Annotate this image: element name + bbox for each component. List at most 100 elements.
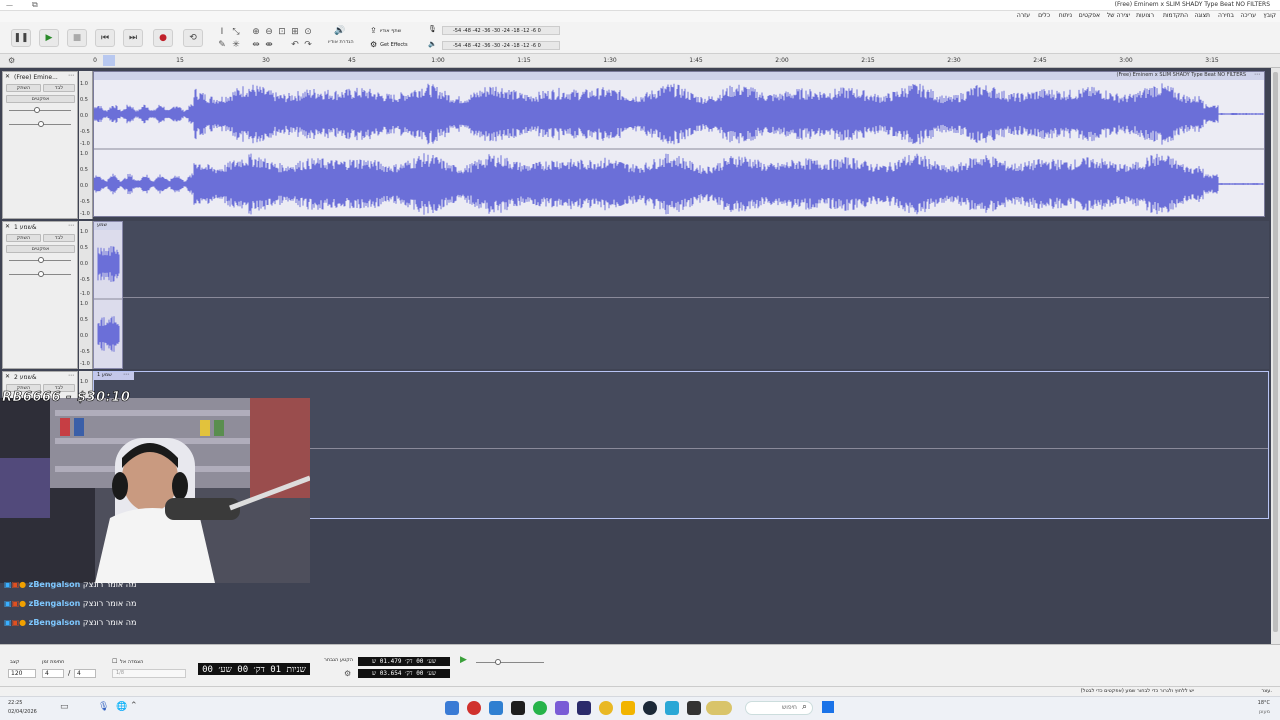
track-lane-2[interactable] — [93, 221, 1269, 369]
snap-select[interactable]: 1/8 — [112, 669, 186, 678]
minimize-icon[interactable]: — — [6, 1, 13, 9]
restore-icon[interactable]: ⧉ — [32, 0, 38, 10]
menu-edit[interactable]: עריכה — [1240, 12, 1256, 19]
time-display[interactable]: שניות 01 דק׳ 00 שע׳ 00 — [198, 663, 310, 675]
solo-button[interactable]: לבד — [43, 84, 75, 92]
clip-menu-icon[interactable]: ⋯ — [1254, 71, 1260, 78]
playhead-region[interactable] — [103, 55, 115, 66]
whatsapp-icon[interactable] — [533, 701, 547, 715]
timeline-ruler[interactable]: ⚙ 0 15 30 45 1:00 1:15 1:30 1:45 2:00 2:… — [0, 54, 1280, 68]
track-header-1[interactable]: ✕ (Free) Emine... ⋯ לבד השתק אפקטים — [2, 71, 78, 219]
playback-meter[interactable]: -54 -48 -42 -36 -30 -24 -18 -12 -6 0 — [442, 41, 560, 50]
network-icon[interactable]: 🌐 — [116, 702, 127, 712]
zoom-in-icon[interactable]: ⊕ — [250, 26, 262, 38]
redo-icon[interactable]: ↷ — [302, 39, 314, 51]
track-name[interactable]: שמע 2& — [14, 374, 37, 381]
close-track-icon[interactable]: ✕ — [5, 223, 10, 230]
mic-tray-icon[interactable]: 🎙 — [98, 702, 109, 712]
menu-generate[interactable]: יצירה של — [1107, 12, 1130, 19]
playback-speed-thumb[interactable] — [495, 659, 501, 665]
track-name[interactable]: (Free) Emine... — [14, 74, 58, 81]
zoom-toggle-icon[interactable]: ⊙ — [302, 26, 314, 38]
clip-title[interactable]: (Free) Eminem x SLIM SHADY Type Beat NO … — [1117, 72, 1246, 78]
snap-checkbox[interactable]: ☐ — [112, 658, 117, 665]
skip-end-button[interactable]: ⏭ — [123, 29, 143, 47]
menu-analyze[interactable]: ניתוח — [1059, 12, 1072, 19]
mute-button[interactable]: השתק — [6, 84, 41, 92]
track-header-2[interactable]: ✕ שמע 1& ⋯ לבד השתק אפקטים — [2, 221, 78, 369]
silence-icon[interactable]: ⇼ — [263, 39, 275, 51]
selection-tool-icon[interactable]: I — [216, 26, 228, 38]
solo-button[interactable]: לבד — [43, 234, 75, 242]
menu-tools[interactable]: כלים — [1038, 12, 1050, 19]
close-track-icon[interactable]: ✕ — [5, 73, 10, 80]
play-at-speed-icon[interactable]: ▶ — [460, 655, 467, 665]
pan-slider-thumb[interactable] — [38, 121, 44, 127]
taskbar-app-icon[interactable] — [577, 701, 591, 715]
vertical-scroll-thumb[interactable] — [1273, 72, 1278, 632]
taskbar-app-icon[interactable] — [445, 701, 459, 715]
menu-help[interactable]: עזרה — [1017, 12, 1030, 19]
menu-transport[interactable]: התקדמות — [1163, 12, 1188, 19]
fit-project-icon[interactable]: ⊞ — [289, 26, 301, 38]
menu-select[interactable]: בחירה — [1218, 12, 1234, 19]
steam-icon[interactable] — [643, 701, 657, 715]
play-button[interactable]: ▶ — [39, 29, 59, 47]
menu-tracks[interactable]: רצועות — [1136, 12, 1154, 19]
menu-view[interactable]: תצוגה — [1194, 12, 1210, 19]
multi-tool-icon[interactable]: ✳ — [230, 39, 242, 51]
record-meter[interactable]: -54 -48 -42 -36 -30 -24 -18 -12 -6 0 — [442, 26, 560, 35]
audio-setup-button[interactable]: 🔊 הגדרת אודיו — [328, 25, 368, 51]
gain-slider-thumb[interactable] — [38, 257, 44, 263]
gain-slider[interactable] — [9, 110, 71, 111]
get-effects-button[interactable]: ⚙ Get Effects — [370, 39, 418, 50]
time-signature-numerator[interactable]: 4 — [42, 669, 64, 678]
tray-chevron-icon[interactable]: ⌃ — [130, 701, 138, 711]
taskbar-app-icon[interactable] — [665, 701, 679, 715]
track-menu-icon[interactable]: ⋯ — [68, 72, 74, 79]
fit-selection-icon[interactable]: ⊡ — [276, 26, 288, 38]
file-explorer-icon[interactable] — [621, 701, 635, 715]
stop-button[interactable]: ■ — [67, 29, 87, 47]
start-button[interactable] — [822, 701, 834, 713]
pan-slider-thumb[interactable] — [38, 271, 44, 277]
widget-icon[interactable] — [706, 701, 732, 715]
chrome-icon[interactable] — [599, 701, 613, 715]
clip-header[interactable] — [94, 72, 1264, 80]
playback-speed-slider[interactable] — [476, 662, 544, 663]
draw-tool-icon[interactable]: ✎ — [216, 39, 228, 51]
track-menu-icon[interactable]: ⋯ — [68, 372, 74, 379]
audio-clip[interactable]: (Free) Eminem x SLIM SHADY Type Beat NO … — [93, 71, 1265, 217]
taskbar-app-icon[interactable] — [687, 701, 701, 715]
pause-button[interactable]: ❚❚ — [11, 29, 31, 47]
effects-button[interactable]: אפקטים — [6, 95, 75, 103]
clip-title[interactable]: שמע — [97, 222, 107, 228]
timeline-options-icon[interactable]: ⚙ — [8, 56, 15, 65]
effects-button[interactable]: אפקטים — [6, 245, 75, 253]
track-menu-icon[interactable]: ⋯ — [68, 222, 74, 229]
close-track-icon[interactable]: ✕ — [5, 373, 10, 380]
taskbar-search[interactable]: חיפוש ⌕ — [745, 701, 813, 715]
envelope-tool-icon[interactable]: ⤡ — [230, 26, 242, 38]
vertical-scrollbar[interactable] — [1271, 68, 1280, 644]
taskbar-app-icon[interactable] — [511, 701, 525, 715]
record-button[interactable]: ● — [153, 29, 173, 47]
time-signature-denominator[interactable]: 4 — [74, 669, 96, 678]
menu-effects[interactable]: אפקטים — [1079, 12, 1100, 19]
selection-end-field[interactable]: שע׳ 00 דק׳ 03.654 ש — [358, 669, 450, 678]
selection-start-field[interactable]: שע׳ 00 דק׳ 01.479 ש — [358, 657, 450, 666]
taskbar-app-icon[interactable] — [467, 701, 481, 715]
clip-title[interactable]: שמע 1 — [97, 372, 112, 378]
skip-start-button[interactable]: ⏮ — [95, 29, 115, 47]
menu-file[interactable]: קובץ — [1263, 12, 1276, 19]
track-name[interactable]: שמע 1& — [14, 224, 37, 231]
selection-settings-icon[interactable]: ⚙ — [344, 669, 351, 678]
gain-slider-thumb[interactable] — [34, 107, 40, 113]
mute-button[interactable]: השתק — [6, 234, 41, 242]
notification-icon[interactable]: ▭ — [60, 702, 69, 712]
clip-menu-icon[interactable]: ⋯ — [123, 371, 129, 378]
trim-icon[interactable]: ⇹ — [250, 39, 262, 51]
taskbar-app-icon[interactable] — [555, 701, 569, 715]
zoom-out-icon[interactable]: ⊖ — [263, 26, 275, 38]
taskbar-app-icon[interactable] — [489, 701, 503, 715]
